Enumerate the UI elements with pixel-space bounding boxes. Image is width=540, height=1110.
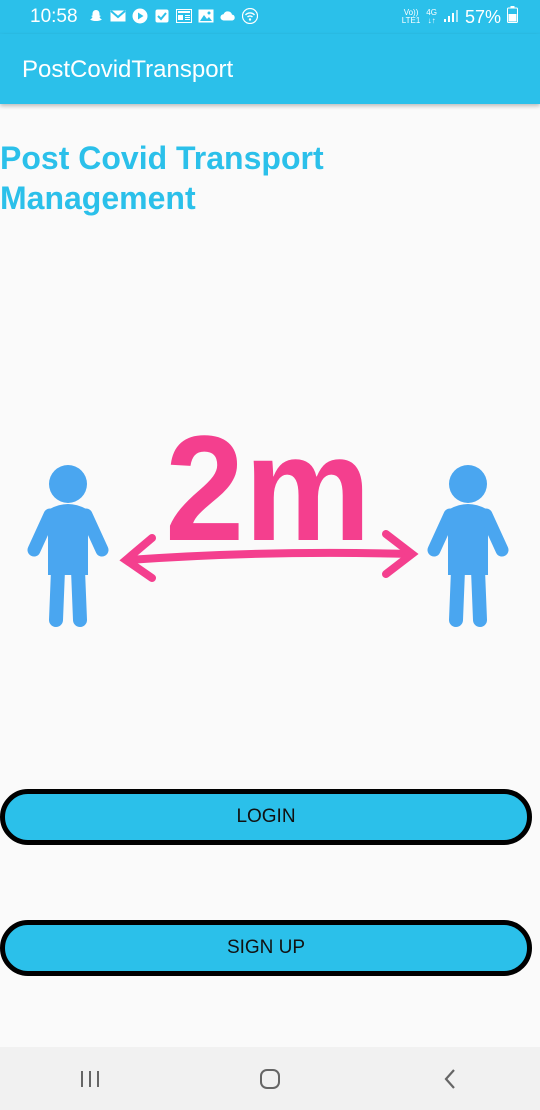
home-button[interactable] <box>240 1059 300 1099</box>
signup-button[interactable]: SIGN UP <box>0 920 532 976</box>
status-time: 10:58 <box>30 6 78 27</box>
home-icon <box>260 1068 280 1089</box>
app-title: PostCovidTransport <box>22 56 234 83</box>
social-distancing-illustration: 2m <box>27 406 509 627</box>
lte-text: LTE1 <box>401 16 421 25</box>
gmail-icon <box>110 8 126 24</box>
data-arrows-icon: ↓↑ <box>427 16 436 25</box>
play-icon <box>132 8 148 24</box>
back-icon <box>444 1068 455 1089</box>
status-bar: 10:58 Vo)) LTE1 4G ↓↑ 57% <box>0 0 540 34</box>
login-button-label: LOGIN <box>236 806 296 827</box>
snapchat-icon <box>88 8 104 24</box>
cloud-icon <box>220 8 236 24</box>
recents-icon <box>81 1070 99 1087</box>
battery-percent: 57% <box>464 6 501 27</box>
signup-button-label: SIGN UP <box>226 937 306 958</box>
recents-button[interactable] <box>60 1059 120 1099</box>
wifi-icon <box>242 8 258 24</box>
news-icon <box>176 8 192 24</box>
volte-indicator: Vo)) LTE1 <box>402 9 421 25</box>
distance-label: 2m <box>165 406 371 573</box>
notification-icons <box>88 8 258 24</box>
status-right: Vo)) LTE1 4G ↓↑ 57% <box>402 6 518 28</box>
person-left-icon <box>27 465 109 627</box>
app-bar: PostCovidTransport <box>0 34 540 104</box>
back-button[interactable] <box>420 1059 480 1099</box>
login-button[interactable]: LOGIN <box>0 789 532 845</box>
navigation-bar <box>0 1047 540 1110</box>
page-headline: Post Covid Transport Management <box>0 140 324 216</box>
data-type-indicator: 4G ↓↑ <box>426 9 437 25</box>
check-icon <box>154 8 170 24</box>
signal-icon <box>443 7 459 28</box>
gallery-icon <box>198 8 214 24</box>
battery-icon <box>507 6 518 28</box>
person-right-icon <box>427 465 509 627</box>
